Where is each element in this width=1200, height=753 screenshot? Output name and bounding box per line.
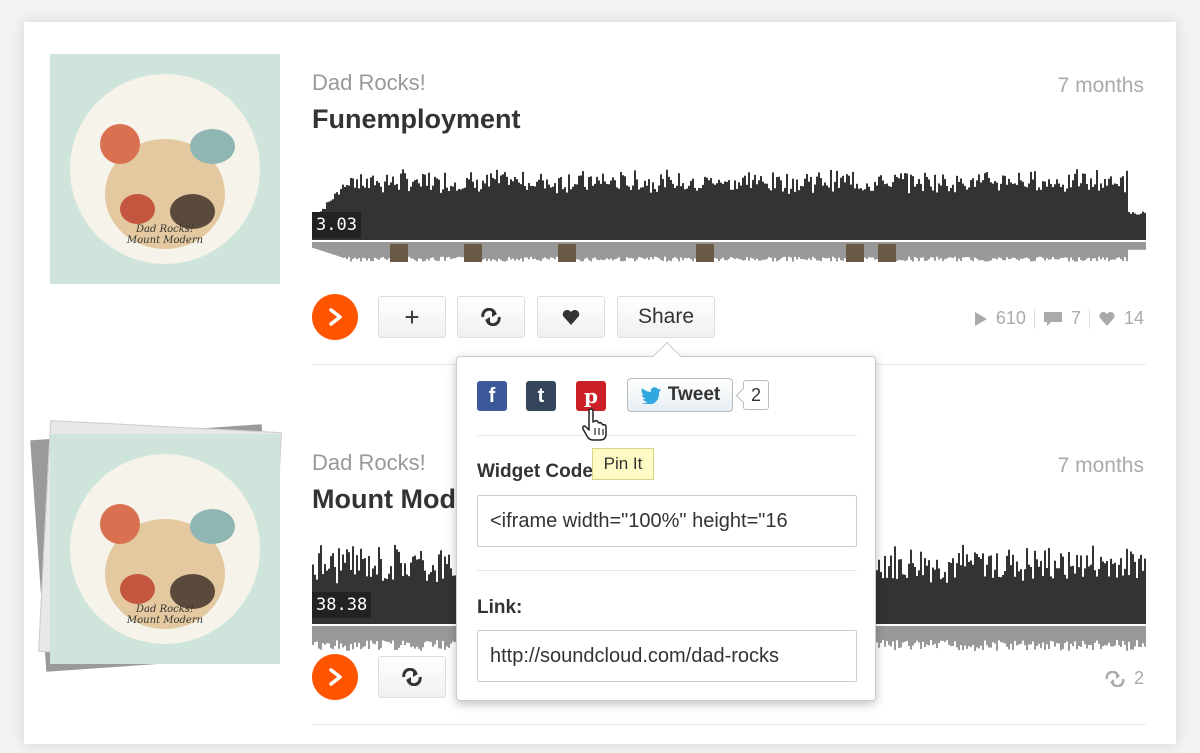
tweet-button[interactable]: Tweet (627, 378, 733, 412)
tumblr-icon: t (537, 384, 545, 407)
track-age: 7 months (1057, 74, 1144, 97)
add-to-set-button[interactable]: + (378, 296, 446, 338)
repost-button[interactable] (378, 656, 446, 698)
pinterest-icon: p (584, 384, 598, 408)
reposts-count: 2 (1133, 668, 1144, 688)
track-title[interactable]: Funemployment (312, 104, 521, 135)
play-icon (329, 668, 342, 686)
track-user[interactable]: Dad Rocks! (312, 70, 426, 96)
comment-avatar (696, 244, 714, 262)
track-user[interactable]: Dad Rocks! (312, 450, 426, 476)
comment-icon (1043, 311, 1062, 326)
plays-icon (974, 311, 987, 326)
link-field[interactable]: http://soundcloud.com/dad-rocks (477, 630, 857, 682)
repost-icon (481, 308, 501, 326)
widget-code-label: Widget Code: (477, 461, 600, 482)
twitter-bird-icon (640, 387, 661, 404)
likes-count: 14 (1123, 308, 1144, 328)
comment-avatar (558, 244, 576, 262)
track-artwork[interactable]: Dad Rocks! Mount Modern (50, 54, 280, 284)
widget-code-field[interactable]: <iframe width="100%" height="16 (477, 495, 857, 547)
tumblr-share-button[interactable]: t (526, 381, 556, 411)
track-stats: 610 7 14 (974, 308, 1144, 329)
play-button[interactable] (312, 654, 358, 700)
facebook-share-button[interactable]: f (477, 381, 507, 411)
link-label: Link: (477, 597, 523, 618)
plus-icon: + (404, 301, 420, 332)
facebook-icon: f (488, 384, 496, 407)
track-divider (312, 724, 1146, 725)
comments-count: 7 (1070, 308, 1081, 328)
play-button[interactable] (312, 294, 358, 340)
track-age: 7 months (1057, 454, 1144, 477)
pinterest-share-button[interactable]: p (576, 381, 606, 411)
artwork-signature: Dad Rocks! Mount Modern (126, 224, 204, 246)
comment-avatar (846, 244, 864, 262)
playback-time: 3.03 (312, 212, 361, 238)
tweet-count: 2 (743, 380, 769, 410)
heart-icon (562, 309, 580, 325)
artwork-signature: Dad Rocks! Mount Modern (126, 604, 204, 626)
play-icon (329, 308, 342, 326)
plays-count: 610 (995, 308, 1026, 328)
comment-avatar (390, 244, 408, 262)
playback-time: 38.38 (312, 592, 372, 618)
share-button[interactable]: Share (617, 296, 715, 338)
repost-button[interactable] (457, 296, 525, 338)
heart-icon (1099, 311, 1115, 326)
repost-icon (402, 668, 422, 686)
share-popover: f t p Tweet 2 Widget Code: <iframe width… (456, 341, 876, 701)
track-stats: 2 (1104, 668, 1144, 689)
repost-icon (1105, 670, 1125, 687)
comment-avatar (878, 244, 896, 262)
pin-it-tooltip: Pin It (592, 448, 654, 480)
hand-cursor-icon (582, 408, 607, 441)
tweet-label: Tweet (667, 384, 721, 405)
like-button[interactable] (537, 296, 605, 338)
comment-avatar (464, 244, 482, 262)
set-artwork[interactable]: Dad Rocks! Mount Modern (50, 434, 280, 664)
waveform[interactable] (312, 162, 1146, 272)
